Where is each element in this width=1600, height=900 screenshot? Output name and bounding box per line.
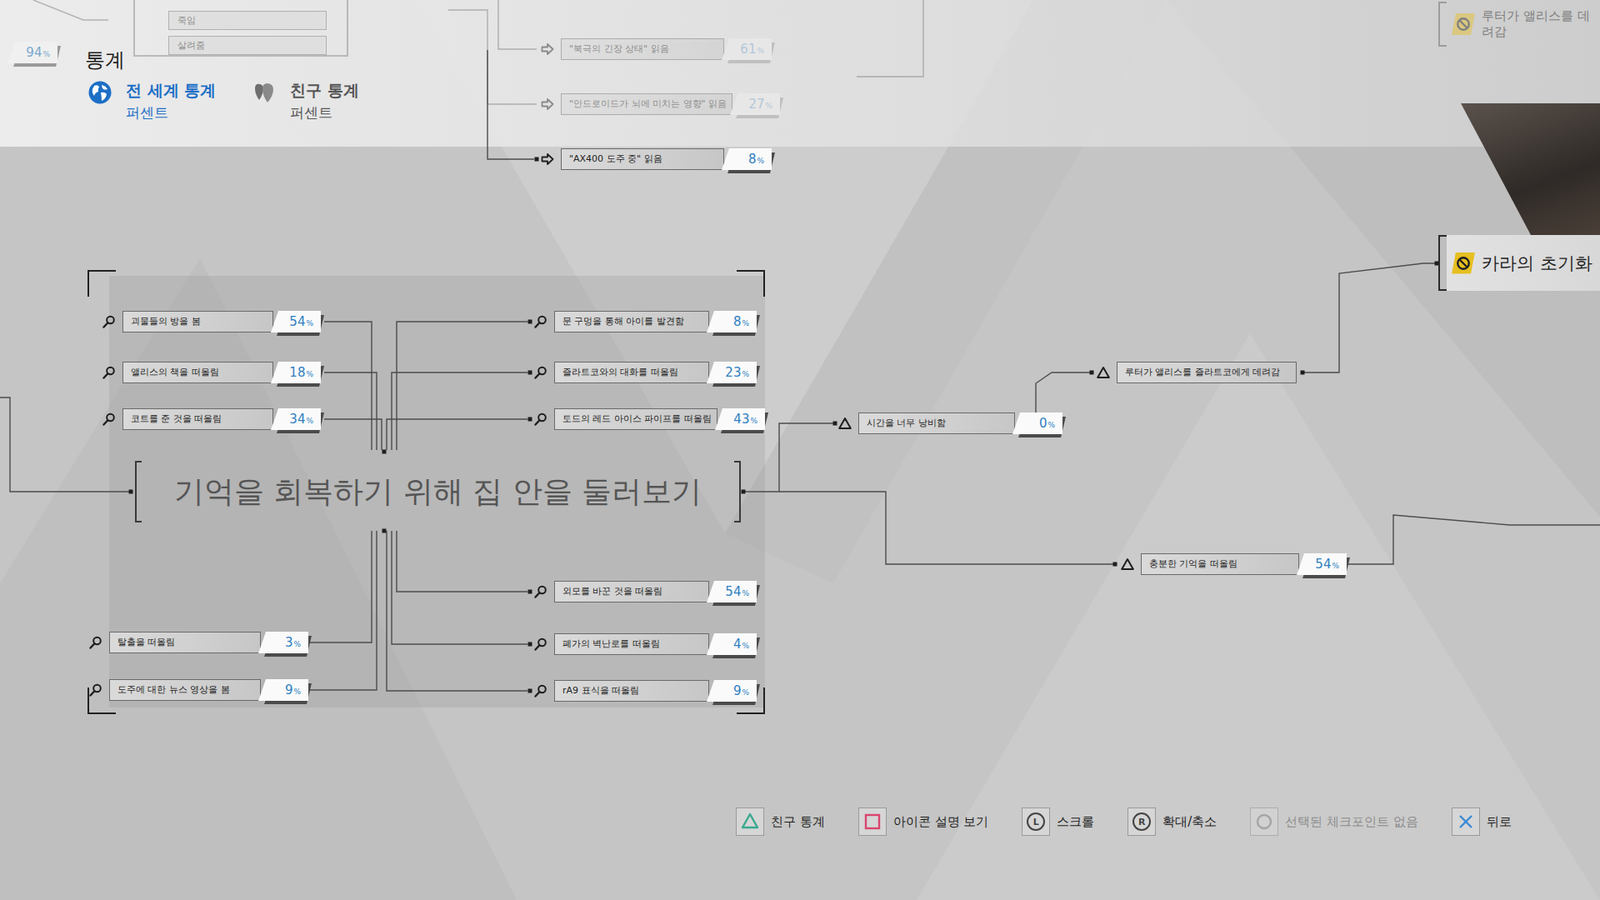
ending-node[interactable]: 카라의 초기화 <box>1438 235 1600 291</box>
percent-tag: 0% <box>1012 412 1063 435</box>
section-corner <box>87 270 116 297</box>
node-label: 탈출을 떠올림 <box>109 631 261 654</box>
node-label: 앨리스의 책을 떠올림 <box>122 361 274 384</box>
magnifier-icon <box>89 635 103 650</box>
percent-tag: 4% <box>706 633 757 655</box>
globe-icon <box>87 80 113 105</box>
percent-tag: 54% <box>706 580 757 603</box>
node-label: "북극의 긴장 상태" 읽음 <box>560 38 725 60</box>
flow-node[interactable]: 앨리스의 책을 떠올림 18% <box>102 361 321 384</box>
percent-tag: 3% <box>258 631 309 654</box>
percent-tag: 34% <box>270 408 321 430</box>
flow-node[interactable]: 도주에 대한 뉴스 영상을 봄 9% <box>89 679 309 701</box>
cross-button-icon <box>1451 807 1480 836</box>
node-label: 즐라트코와의 대화를 떠올림 <box>554 361 710 384</box>
percent-tag: 43% <box>715 408 765 430</box>
faded-node[interactable]: 죽임 <box>168 10 327 30</box>
node-label: rA9 표식을 떠올림 <box>554 680 710 702</box>
percent-tag: 23% <box>706 361 757 384</box>
control-hint[interactable]: 친구 통계 <box>735 807 825 836</box>
flow-node[interactable]: 코트를 준 것을 떠올림 34% <box>102 408 321 430</box>
flow-node[interactable]: 충분한 기억을 떠올림 54% <box>1120 553 1347 575</box>
magnifier-icon <box>534 365 548 380</box>
section-title[interactable]: 기억을 회복하기 위해 집 안을 둘러보기 <box>135 460 741 523</box>
magnifier-icon <box>102 315 116 329</box>
node-label: 괴물들의 방을 봄 <box>122 310 274 333</box>
magnifier-icon <box>89 683 103 697</box>
percent-tag: 61% <box>721 38 772 60</box>
locked-ending-icon <box>1455 16 1471 32</box>
node-label: 외모를 바꾼 것을 떠올림 <box>554 580 710 603</box>
locked-ending-icon <box>1455 255 1471 271</box>
magnifier-icon <box>534 412 548 426</box>
stats-tab[interactable]: 전 세계 통계 퍼센트 <box>87 80 252 123</box>
triangle-icon <box>838 416 852 430</box>
flowchart-stats-screen: 통계 전 세계 통계 퍼센트 친구 통계 퍼센트 94% 죽임살려줌 기억을 회… <box>0 0 1600 900</box>
control-hint[interactable]: 아이콘 설명 보기 <box>858 807 990 836</box>
flow-node[interactable]: "AX400 도주 중" 읽음 8% <box>540 148 772 170</box>
friends-icon <box>251 80 277 105</box>
flow-node[interactable]: rA9 표식을 떠올림 9% <box>534 680 757 702</box>
triangle-button-icon <box>735 807 765 836</box>
node-label: 문 구멍을 통해 아이를 발견함 <box>554 310 710 333</box>
percent-tag: 54% <box>1296 553 1347 575</box>
percent-tag: 94% <box>7 41 58 64</box>
controls-bar: 친구 통계 아이콘 설명 보기 L 스크롤 R 확대/축소 선택된 체크포인트 없음… <box>735 807 1512 836</box>
percent-tag: 54% <box>270 310 321 333</box>
flow-node[interactable]: 외모를 바꾼 것을 떠올림 54% <box>534 580 757 603</box>
node-label: 루터가 앨리스를 즐라트코에게 데려감 <box>1116 361 1297 384</box>
ending-node[interactable]: 루터가 앨리스를 데려감 <box>1438 1 1600 47</box>
arrow-icon <box>540 42 555 56</box>
flow-node[interactable]: 문 구멍을 통해 아이를 발견함 8% <box>534 310 757 333</box>
flow-node[interactable]: 폐가의 벽난로를 떠올림 4% <box>534 633 757 655</box>
flow-node[interactable]: 탈출을 떠올림 3% <box>89 631 309 654</box>
stats-tabs: 전 세계 통계 퍼센트 친구 통계 퍼센트 <box>85 80 1600 123</box>
flow-node[interactable]: 즐라트코와의 대화를 떠올림 23% <box>534 361 757 384</box>
flow-node[interactable]: 괴물들의 방을 봄 54% <box>102 310 321 333</box>
magnifier-icon <box>534 585 548 599</box>
flow-node[interactable]: "안드로이드가 뇌에 미치는 영향" 읽음 27% <box>540 93 780 115</box>
node-label: 토드의 레드 아이스 파이프를 떠올림 <box>554 408 718 430</box>
percent-tag: 27% <box>730 93 780 115</box>
magnifier-icon <box>534 637 548 651</box>
node-label: "AX400 도주 중" 읽음 <box>560 148 725 170</box>
arrow-icon <box>540 152 555 166</box>
flow-node[interactable]: 루터가 앨리스를 즐라트코에게 데려감 <box>1096 361 1297 384</box>
magnifier-icon <box>102 365 116 380</box>
circle-button-icon <box>1250 807 1279 836</box>
percent-tag: 9% <box>706 680 757 702</box>
percent-tag: 8% <box>706 310 757 333</box>
percent-tag: 8% <box>721 148 772 170</box>
node-label: 시간을 너무 낭비함 <box>858 412 1015 435</box>
magnifier-icon <box>102 412 116 426</box>
control-hint[interactable]: R 확대/축소 <box>1127 807 1217 836</box>
magnifier-icon <box>534 684 548 698</box>
node-label: 충분한 기억을 떠올림 <box>1140 553 1300 575</box>
cut-node-badge: 94% <box>10 41 58 64</box>
stick-button-icon: L <box>1021 807 1050 836</box>
flow-node[interactable]: 시간을 너무 낭비함 0% <box>838 412 1063 435</box>
flow-node[interactable]: 토드의 레드 아이스 파이프를 떠올림 43% <box>534 408 765 430</box>
node-label: 도주에 대한 뉴스 영상을 봄 <box>109 679 261 701</box>
control-hint[interactable]: 뒤로 <box>1451 807 1512 836</box>
percent-tag: 18% <box>270 361 321 384</box>
stats-tab[interactable]: 친구 통계 퍼센트 <box>251 80 416 123</box>
triangle-icon <box>1120 557 1135 571</box>
arrow-icon <box>540 97 555 111</box>
square-button-icon <box>858 807 887 836</box>
section-corner <box>736 270 765 297</box>
node-label: "안드로이드가 뇌에 미치는 영향" 읽음 <box>560 93 733 115</box>
magnifier-icon <box>534 315 548 329</box>
control-hint[interactable]: 선택된 체크포인트 없음 <box>1250 807 1419 836</box>
stick-button-icon: R <box>1127 807 1156 836</box>
percent-tag: 9% <box>258 679 309 701</box>
faded-node[interactable]: 살려줌 <box>168 35 327 55</box>
flow-node[interactable]: "북극의 긴장 상태" 읽음 61% <box>540 38 772 60</box>
triangle-icon <box>1096 365 1110 380</box>
node-label: 코트를 준 것을 떠올림 <box>122 408 274 430</box>
node-label: 폐가의 벽난로를 떠올림 <box>554 633 710 655</box>
control-hint[interactable]: L 스크롤 <box>1021 807 1095 836</box>
